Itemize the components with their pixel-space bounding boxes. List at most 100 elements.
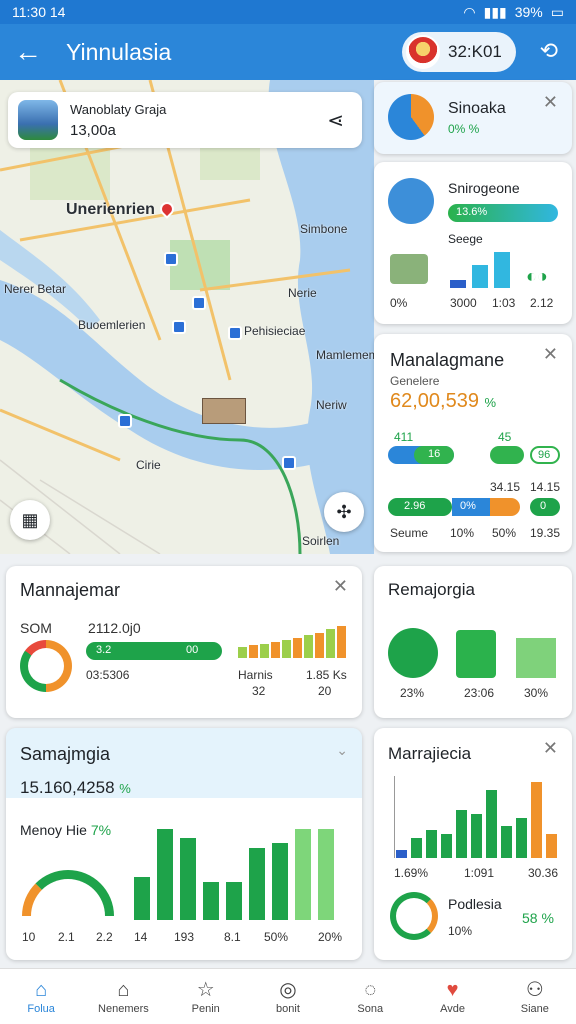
chart-bar [426, 830, 437, 858]
tab-label: bonit [276, 1002, 300, 1015]
donut-chart [20, 640, 72, 692]
map-pin-icon[interactable] [118, 414, 132, 428]
card-subtitle: Genelere [390, 374, 440, 388]
stat-label: Harnis [238, 668, 273, 682]
location-value: 13,00a [70, 122, 116, 139]
segment-bar [490, 498, 520, 516]
chart-bar [260, 644, 269, 658]
card-mannajemar[interactable]: Mannajemar ✕ SOM 2112.0j0 3.2 00 03:5306… [6, 566, 362, 718]
star-icon: ☆ [196, 978, 215, 1001]
cloud-icon [388, 628, 438, 678]
stat-value: 0% [390, 296, 408, 310]
building-icon[interactable] [202, 398, 246, 424]
card-title: Sinoaka [448, 100, 506, 117]
battery-icon [456, 630, 496, 678]
chevron-down-icon[interactable]: ⌄ [336, 742, 348, 759]
share-icon[interactable]: ⋖ [327, 108, 344, 133]
card-remajorgia[interactable]: Remajorgia 23% 23:06 30% [374, 566, 572, 718]
progress-bar: 3.2 00 [86, 642, 222, 660]
share-icon[interactable]: ⟲ [540, 38, 558, 64]
segment-bar: 0 [530, 498, 560, 516]
map-label: Pehisieciae [244, 324, 306, 338]
map-label: Soirlen [302, 534, 340, 548]
page-title: Yinnulasia [66, 38, 172, 65]
chart-bar [203, 882, 219, 920]
stat-label: 1.85 Ks [306, 668, 347, 682]
map-pin-icon[interactable] [164, 252, 178, 266]
recenter-button[interactable]: ✣ [324, 492, 364, 532]
chart-bar [134, 877, 150, 920]
close-icon[interactable]: ✕ [543, 92, 558, 113]
chart-bar [180, 838, 196, 920]
map-pin-icon[interactable] [228, 326, 242, 340]
location-thumbnail [18, 100, 58, 140]
stat-value: 10% [450, 526, 475, 540]
map-pin-icon[interactable] [192, 296, 206, 310]
tab-sona[interactable]: ◌ Sona [329, 969, 411, 1024]
tab-members[interactable]: ⌂ Nenemers [82, 969, 164, 1024]
card-marrajiecia[interactable]: Marrajiecia ✕ 1.69% 1:091 30.36 Podlesia… [374, 728, 572, 960]
tab-label: Sona [357, 1002, 384, 1015]
location-name: Wanoblaty Graja [70, 102, 167, 117]
tab-pin[interactable]: ☆ Penin [165, 969, 247, 1024]
house-icon [390, 254, 428, 284]
back-arrow-icon[interactable]: ← [0, 24, 56, 80]
card-value: 0% % [448, 122, 480, 136]
big-value: 15.160,4258 % [20, 778, 131, 798]
map-pin-icon[interactable] [172, 320, 186, 334]
progress-label: 3.2 [96, 644, 112, 656]
axis-label: 1:091 [464, 866, 495, 880]
card-snirogeone[interactable]: Snirogeone 13.6% Seege ◐◑ 0% 3000 1:03 2… [374, 162, 572, 324]
axis-label: 10 [22, 930, 36, 944]
tab-profile[interactable]: ⚇ Siane [494, 969, 576, 1024]
stat-value: 1:03 [492, 296, 516, 310]
segment-bar: 0% [452, 498, 490, 516]
stat-value: 20 [318, 684, 332, 698]
bottom-navigation: ⌂ Folua ⌂ Nenemers ☆ Penin ◎ bonit ◌ Sona ♥ Av… [0, 968, 576, 1024]
chart-bar [337, 626, 346, 658]
map-label: Nerie [288, 286, 317, 300]
user-chip[interactable]: 32:K01 [402, 32, 516, 72]
card-sinoaka[interactable]: Sinoaka 0% % ✕ [374, 82, 572, 154]
close-icon[interactable]: ✕ [333, 576, 348, 597]
item-percent: 58 % [522, 910, 554, 926]
chart-bar [271, 642, 280, 658]
chart-bar [531, 782, 542, 858]
card-title: Manalagmane [390, 350, 505, 370]
heart-icon: ♥ [446, 978, 459, 1001]
chart-bar [471, 814, 482, 858]
battery-level: 39% [514, 4, 543, 20]
map-label: Simbone [300, 222, 348, 236]
close-icon[interactable]: ✕ [543, 344, 558, 365]
progress-label: 96 [538, 449, 551, 461]
chart-icon: ◐◑ [526, 266, 548, 286]
tab-bonit[interactable]: ◎ bonit [247, 969, 329, 1024]
stat-value: 3000 [450, 296, 477, 310]
card-manalagmane[interactable]: Manalagmane ✕ Genelere 62,00,539 % 411 4… [374, 334, 572, 552]
chart-icon [516, 638, 556, 678]
axis-label: 50% [264, 930, 289, 944]
stat-value: 23% [400, 686, 425, 700]
close-icon[interactable]: ✕ [543, 738, 558, 759]
card-samajmgia[interactable]: Samajmgia ⌄ 15.160,4258 % Menoy Hie 7% 1… [6, 728, 362, 960]
axis-label: 193 [174, 930, 195, 944]
location-card[interactable]: Wanoblaty Graja 13,00a ⋖ [8, 92, 362, 148]
chart-bar [293, 638, 302, 658]
tab-label: Folua [27, 1002, 55, 1015]
card-title: Samajmgia [20, 744, 111, 764]
compass-icon: ◎ [279, 978, 297, 1001]
axis-label: 1.69% [394, 866, 429, 880]
map-label: Buoemlerien [78, 318, 146, 332]
chart-bar [326, 629, 335, 658]
map-view[interactable]: Unerienrien Simbone Nerer Betar Buoemler… [0, 80, 374, 554]
tab-home[interactable]: ⌂ Folua [0, 969, 82, 1024]
map-pin-icon[interactable] [282, 456, 296, 470]
sub-label: Menoy Hie 7% [20, 822, 111, 838]
donut-chart [390, 892, 438, 940]
layers-button[interactable]: ▦ [10, 500, 50, 540]
stat-value: 19.35 [530, 526, 561, 540]
chart-bar [249, 645, 258, 658]
card-subtitle: Seege [448, 232, 483, 246]
axis-label: 8.1 [224, 930, 241, 944]
tab-favorites[interactable]: ♥ Avde [411, 969, 493, 1024]
